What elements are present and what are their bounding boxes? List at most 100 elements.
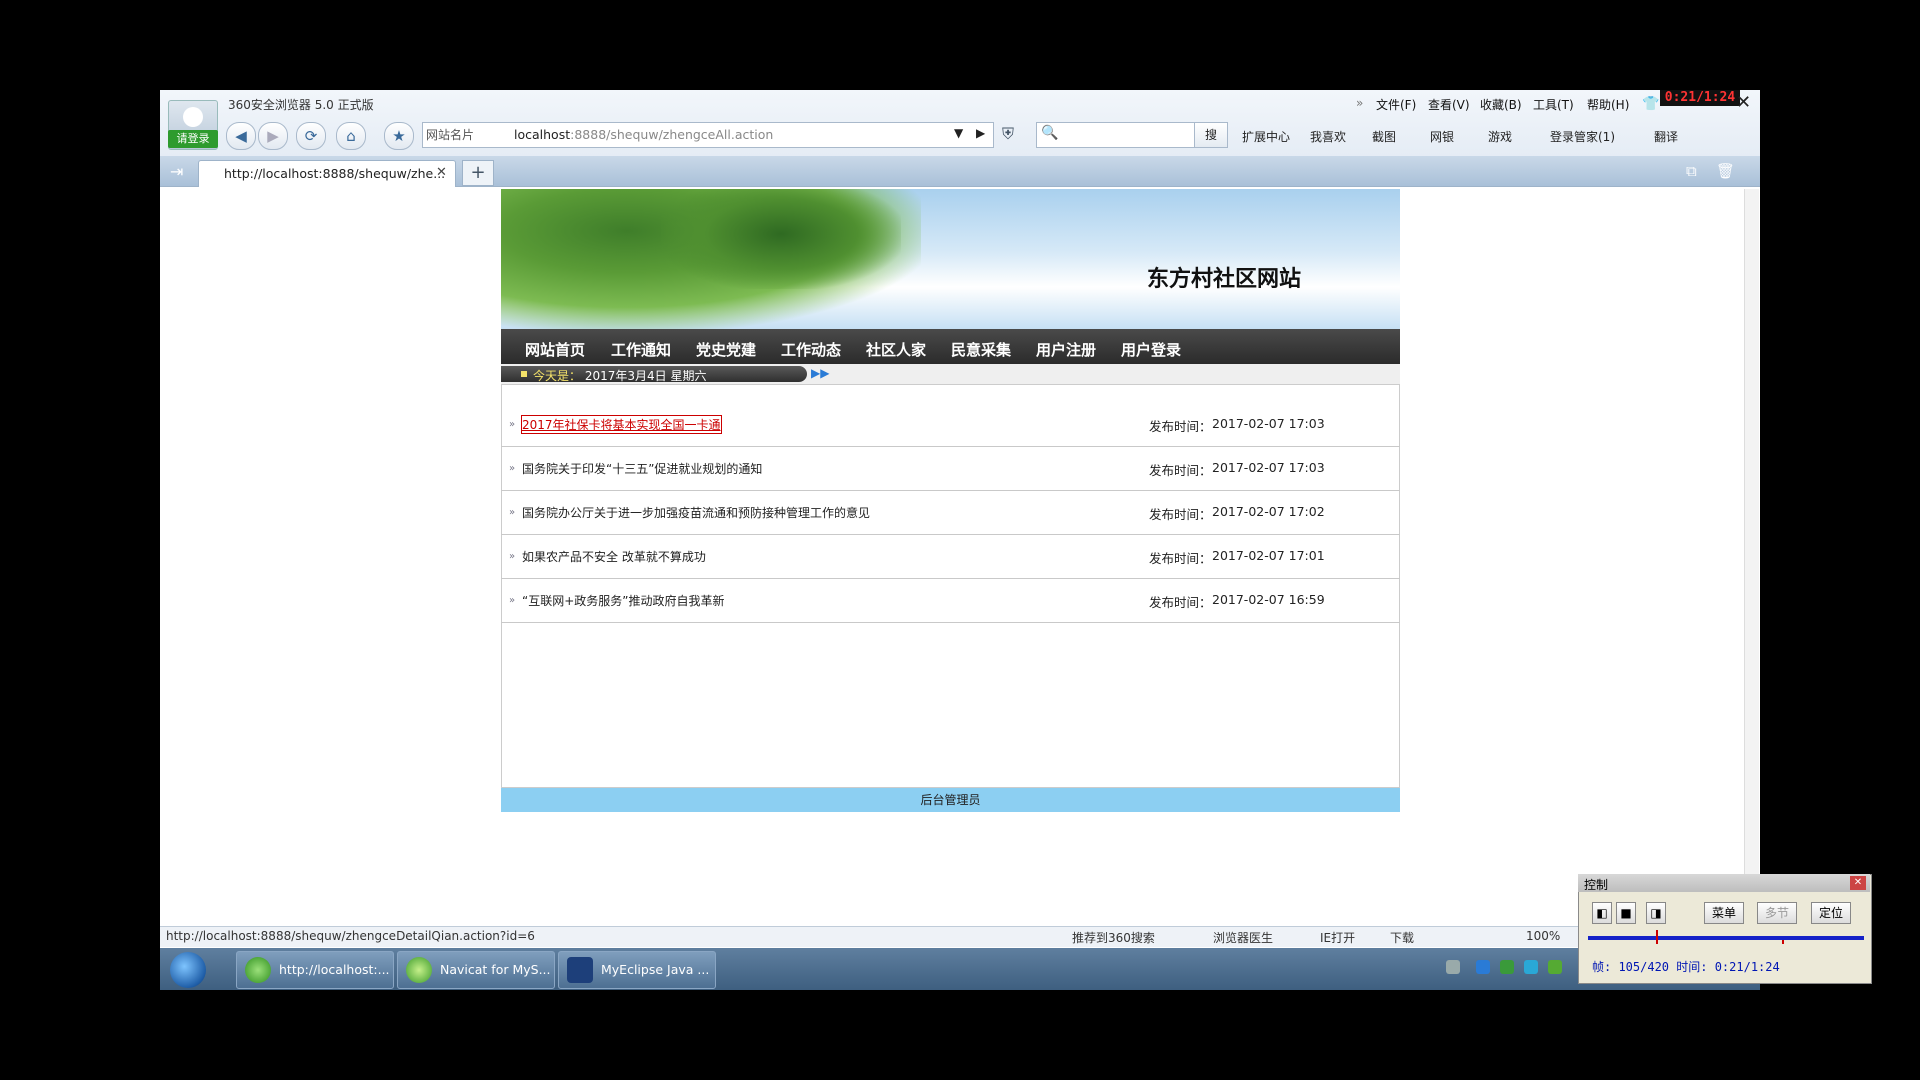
refresh-icon: ⟳ [304,127,318,145]
arrow-right-icon: ▶ [267,127,279,145]
tab-close-icon[interactable]: ✕ [436,165,447,180]
scrollbar[interactable] [1744,189,1759,919]
browser-doctor-button[interactable]: 浏览器医生 [1213,929,1273,946]
close-icon[interactable]: ✕ [1736,92,1751,113]
shield-icon[interactable]: ⛨ [1002,124,1014,144]
tree-foliage [661,189,901,289]
article-link[interactable]: 如果农产品不安全 改革就不算成功 [522,548,706,565]
tray-keyboard-icon[interactable] [1446,960,1460,974]
tray-nvidia-icon[interactable] [1548,960,1562,974]
shirt-icon[interactable]: 👕 [1642,96,1659,112]
taskbar-item-browser[interactable]: http://localhost:... [236,951,394,989]
frame-back-button[interactable]: ◧ [1592,902,1612,924]
publish-label: 发布时间： [1149,551,1212,566]
search-input[interactable]: 🔍 [1036,122,1196,148]
article-link[interactable]: 2017年社保卡将基本实现全国一卡通 [521,415,722,434]
site-title: 东方村社区网站 [1147,266,1302,292]
menu-file[interactable]: 文件(F) [1376,96,1416,113]
date-value: 2017年3月4日 星期六 [584,369,707,383]
double-arrow-icon: ▶▶ [811,366,830,380]
menu-view[interactable]: 查看(V) [1428,96,1470,113]
tray-network-icon[interactable] [1476,960,1490,974]
article-link[interactable]: 国务院关于印发“十三五”促进就业规划的通知 [522,460,762,477]
multi-step-button[interactable]: 多节 [1757,902,1797,924]
menu-button[interactable]: 菜单 [1704,902,1744,924]
go-icon[interactable]: ▶ [976,126,985,140]
nav-work-notice[interactable]: 工作通知 [611,339,671,360]
new-tab-button[interactable]: + [462,160,494,186]
games-button[interactable]: 游戏 [1488,128,1512,145]
tray-search-icon[interactable] [1524,960,1538,974]
ie-open-button[interactable]: IE打开 [1320,929,1355,946]
translate-button[interactable]: 翻译 [1654,128,1678,145]
zoom-level[interactable]: 100% [1526,929,1560,943]
browser-window: 请登录 360安全浏览器 5.0 正式版 » 文件(F) 查看(V) 收藏(B)… [160,90,1760,990]
frame-info: 帧: 105/420 时间: 0:21/1:24 [1592,960,1780,974]
timeline-slider[interactable] [1588,936,1864,940]
bullet-icon: » [509,507,516,518]
publish-label: 发布时间： [1149,595,1212,610]
list-item: » 2017年社保卡将基本实现全国一卡通 发布时间： 2017-02-07 17… [501,402,1400,447]
bookmark-button[interactable]: ★ [384,122,414,150]
favorites-button[interactable]: 我喜欢 [1310,128,1346,145]
start-button[interactable] [170,952,206,988]
article-link[interactable]: 国务院办公厅关于进一步加强疫苗流通和预防接种管理工作的意见 [522,504,870,521]
locate-button[interactable]: 定位 [1811,902,1851,924]
frame-stop-button[interactable]: ■ [1616,902,1636,924]
nav-home[interactable]: 网站首页 [525,339,585,360]
login-manager-button[interactable]: 登录管家(1) [1550,128,1615,145]
task-label: Navicat for MyS... [440,962,551,977]
recommend-search-button[interactable]: 推荐到360搜索 [1072,929,1155,946]
menu-overflow-icon[interactable]: » [1356,96,1363,110]
timeline-thumb[interactable] [1656,930,1658,944]
task-label: MyEclipse Java ... [601,962,710,977]
arrow-left-icon: ◀ [235,127,247,145]
menu-help[interactable]: 帮助(H) [1587,96,1629,113]
nav-public-opinion[interactable]: 民意采集 [951,339,1011,360]
admin-footer-link[interactable]: 后台管理员 [501,788,1400,812]
url-path: :8888/shequw/zhengceAll.action [570,127,774,142]
search-button[interactable]: 搜 [1194,122,1228,148]
home-button[interactable]: ⌂ [336,122,366,150]
forward-button[interactable]: ▶ [258,122,288,150]
back-button[interactable]: ◀ [226,122,256,150]
frame-forward-button[interactable]: ◨ [1646,902,1666,924]
trash-icon[interactable]: 🗑 [1716,162,1735,180]
tray-app-icon[interactable] [1500,960,1514,974]
taskbar-item-navicat[interactable]: Navicat for MyS... [397,951,555,989]
bullet-icon: » [509,595,516,606]
download-button[interactable]: 下载 [1390,929,1414,946]
chevron-down-icon[interactable]: ▼ [954,126,963,140]
navicat-icon [406,957,432,983]
publish-label: 发布时间： [1149,419,1212,434]
close-icon[interactable]: ✕ [1850,876,1866,890]
nav-register[interactable]: 用户注册 [1036,339,1096,360]
date-label: 今天是： [533,369,582,383]
screenshot-button[interactable]: 截图 [1372,128,1396,145]
nav-work-news[interactable]: 工作动态 [781,339,841,360]
timeline-marker [1782,940,1784,944]
nav-community[interactable]: 社区人家 [866,339,926,360]
sidebar-toggle-icon[interactable]: ⇥ [170,162,183,181]
site-card-button[interactable]: 网站名片 [426,126,474,143]
star-icon: ★ [392,127,406,145]
extension-center-button[interactable]: 扩展中心 [1242,128,1290,145]
browser-icon [245,957,271,983]
login-button[interactable]: 请登录 [168,130,218,148]
menu-favorites[interactable]: 收藏(B) [1480,96,1522,113]
bank-button[interactable]: 网银 [1430,128,1454,145]
article-link[interactable]: “互联网+政务服务”推动政府自我革新 [522,592,725,609]
restore-tabs-icon[interactable]: ⧉ [1686,162,1697,180]
control-title: 控制 [1584,878,1609,892]
refresh-button[interactable]: ⟳ [296,122,326,150]
tab-label: http://localhost:8888/shequw/zhe... [224,166,446,181]
menu-tools[interactable]: 工具(T) [1533,96,1574,113]
window-title: 360安全浏览器 5.0 正式版 [228,98,374,112]
taskbar-item-myeclipse[interactable]: MyEclipse Java ... [558,951,716,989]
publish-time: 2017-02-07 17:01 [1212,548,1325,563]
address-input[interactable]: localhost:8888/shequw/zhengceAll.action [514,127,773,142]
url-host: localhost [514,127,571,142]
task-label: http://localhost:... [279,962,390,977]
nav-login[interactable]: 用户登录 [1121,339,1181,360]
nav-party-history[interactable]: 党史党建 [696,339,756,360]
